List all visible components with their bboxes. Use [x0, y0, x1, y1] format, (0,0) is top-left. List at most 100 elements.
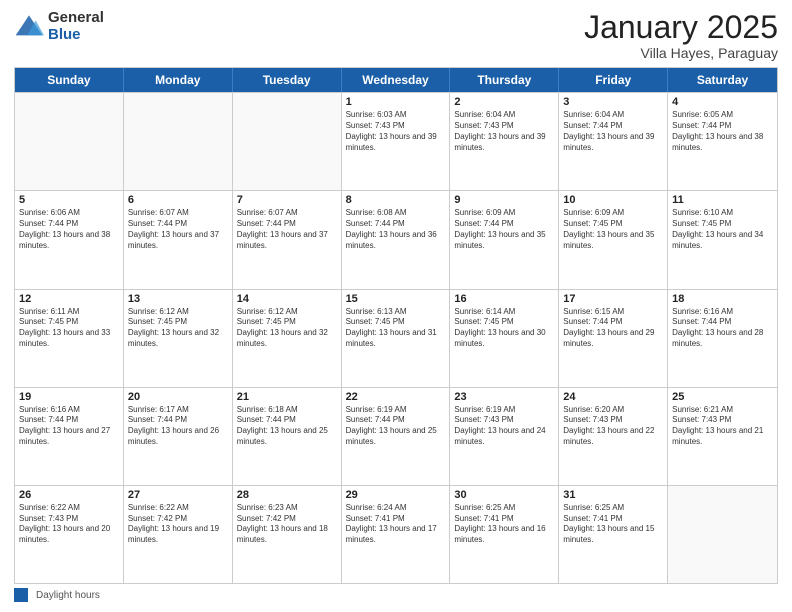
title-block: January 2025 Villa Hayes, Paraguay — [584, 10, 778, 61]
calendar-day-21: 21 Sunrise: 6:18 AM Sunset: 7:44 PM Dayli… — [233, 388, 342, 485]
day-number: 12 — [19, 293, 119, 305]
day-info: Sunrise: 6:25 AM Sunset: 7:41 PM Dayligh… — [563, 503, 663, 546]
calendar-day-10: 10Sunrise: 6:09 AM Sunset: 7:45 PM Dayli… — [559, 191, 668, 288]
daylight-label: Daylight hours — [36, 590, 100, 601]
calendar-day-empty — [15, 93, 124, 190]
weekday-header-tuesday: Tuesday — [233, 68, 342, 92]
day-info: Sunrise: 6:11 AM Sunset: 7:45 PM Dayligh… — [19, 307, 119, 350]
title-location: Villa Hayes, Paraguay — [584, 45, 778, 61]
day-number: 28 — [237, 489, 337, 501]
calendar-day-20: 20 Sunrise: 6:17 AM Sunset: 7:44 PM Dayli… — [124, 388, 233, 485]
calendar-day-14: 14 Sunrise: 6:12 AM Sunset: 7:45 PM Dayli… — [233, 290, 342, 387]
day-number: 11 — [672, 194, 773, 206]
day-number: 26 — [19, 489, 119, 501]
calendar-day-29: 29Sunrise: 6:24 AM Sunset: 7:41 PM Dayli… — [342, 486, 451, 583]
calendar-day-11: 11 Sunrise: 6:10 AM Sunset: 7:45 PM Dayli… — [668, 191, 777, 288]
calendar-day-31: 31 Sunrise: 6:25 AM Sunset: 7:41 PM Dayli… — [559, 486, 668, 583]
day-number: 19 — [19, 391, 119, 403]
calendar-day-13: 13Sunrise: 6:12 AM Sunset: 7:45 PM Dayli… — [124, 290, 233, 387]
calendar-day-empty — [668, 486, 777, 583]
calendar-day-3: 3 Sunrise: 6:04 AM Sunset: 7:44 PM Daylig… — [559, 93, 668, 190]
day-number: 18 — [672, 293, 773, 305]
day-number: 21 — [237, 391, 337, 403]
day-info: Sunrise: 6:23 AM Sunset: 7:42 PM Dayligh… — [237, 503, 337, 546]
calendar-day-15: 15Sunrise: 6:13 AM Sunset: 7:45 PM Dayli… — [342, 290, 451, 387]
day-number: 31 — [563, 489, 663, 501]
weekday-header-friday: Friday — [559, 68, 668, 92]
day-number: 27 — [128, 489, 228, 501]
day-info: Sunrise: 6:12 AM Sunset: 7:45 PM Dayligh… — [128, 307, 228, 350]
day-info: Sunrise: 6:04 AM Sunset: 7:43 PM Dayligh… — [454, 110, 554, 153]
calendar-day-5: 5Sunrise: 6:06 AM Sunset: 7:44 PM Daylig… — [15, 191, 124, 288]
day-number: 30 — [454, 489, 554, 501]
day-info: Sunrise: 6:10 AM Sunset: 7:45 PM Dayligh… — [672, 208, 773, 251]
day-number: 3 — [563, 96, 663, 108]
calendar-day-23: 23 Sunrise: 6:19 AM Sunset: 7:43 PM Dayli… — [450, 388, 559, 485]
day-info: Sunrise: 6:04 AM Sunset: 7:44 PM Dayligh… — [563, 110, 663, 153]
day-info: Sunrise: 6:19 AM Sunset: 7:44 PM Dayligh… — [346, 405, 446, 448]
calendar-day-4: 4Sunrise: 6:05 AM Sunset: 7:44 PM Daylig… — [668, 93, 777, 190]
day-info: Sunrise: 6:18 AM Sunset: 7:44 PM Dayligh… — [237, 405, 337, 448]
day-info: Sunrise: 6:12 AM Sunset: 7:45 PM Dayligh… — [237, 307, 337, 350]
day-number: 4 — [672, 96, 773, 108]
day-number: 22 — [346, 391, 446, 403]
footer: Daylight hours — [14, 588, 778, 602]
weekday-header-saturday: Saturday — [668, 68, 777, 92]
calendar-day-6: 6 Sunrise: 6:07 AM Sunset: 7:44 PM Daylig… — [124, 191, 233, 288]
day-number: 20 — [128, 391, 228, 403]
day-info: Sunrise: 6:07 AM Sunset: 7:44 PM Dayligh… — [237, 208, 337, 251]
day-info: Sunrise: 6:17 AM Sunset: 7:44 PM Dayligh… — [128, 405, 228, 448]
title-month: January 2025 — [584, 10, 778, 45]
day-info: Sunrise: 6:25 AM Sunset: 7:41 PM Dayligh… — [454, 503, 554, 546]
calendar-day-12: 12 Sunrise: 6:11 AM Sunset: 7:45 PM Dayli… — [15, 290, 124, 387]
calendar-day-27: 27 Sunrise: 6:22 AM Sunset: 7:42 PM Dayli… — [124, 486, 233, 583]
day-info: Sunrise: 6:16 AM Sunset: 7:44 PM Dayligh… — [672, 307, 773, 350]
weekday-header-monday: Monday — [124, 68, 233, 92]
calendar-day-18: 18 Sunrise: 6:16 AM Sunset: 7:44 PM Dayli… — [668, 290, 777, 387]
day-info: Sunrise: 6:09 AM Sunset: 7:45 PM Dayligh… — [563, 208, 663, 251]
day-info: Sunrise: 6:21 AM Sunset: 7:43 PM Dayligh… — [672, 405, 773, 448]
day-info: Sunrise: 6:19 AM Sunset: 7:43 PM Dayligh… — [454, 405, 554, 448]
day-number: 1 — [346, 96, 446, 108]
day-number: 7 — [237, 194, 337, 206]
day-info: Sunrise: 6:24 AM Sunset: 7:41 PM Dayligh… — [346, 503, 446, 546]
calendar-day-9: 9 Sunrise: 6:09 AM Sunset: 7:44 PM Daylig… — [450, 191, 559, 288]
day-info: Sunrise: 6:16 AM Sunset: 7:44 PM Dayligh… — [19, 405, 119, 448]
day-number: 14 — [237, 293, 337, 305]
weekday-header-wednesday: Wednesday — [342, 68, 451, 92]
calendar-day-26: 26 Sunrise: 6:22 AM Sunset: 7:43 PM Dayli… — [15, 486, 124, 583]
day-number: 6 — [128, 194, 228, 206]
day-info: Sunrise: 6:03 AM Sunset: 7:43 PM Dayligh… — [346, 110, 446, 153]
calendar-row-1: 1 Sunrise: 6:03 AM Sunset: 7:43 PM Daylig… — [15, 92, 777, 190]
day-number: 8 — [346, 194, 446, 206]
day-info: Sunrise: 6:22 AM Sunset: 7:43 PM Dayligh… — [19, 503, 119, 546]
day-info: Sunrise: 6:20 AM Sunset: 7:43 PM Dayligh… — [563, 405, 663, 448]
calendar-header: SundayMondayTuesdayWednesdayThursdayFrid… — [15, 68, 777, 92]
day-info: Sunrise: 6:08 AM Sunset: 7:44 PM Dayligh… — [346, 208, 446, 251]
logo: General Blue — [14, 10, 104, 43]
calendar-day-8: 8 Sunrise: 6:08 AM Sunset: 7:44 PM Daylig… — [342, 191, 451, 288]
calendar-day-30: 30 Sunrise: 6:25 AM Sunset: 7:41 PM Dayli… — [450, 486, 559, 583]
calendar-day-17: 17 Sunrise: 6:15 AM Sunset: 7:44 PM Dayli… — [559, 290, 668, 387]
page: General Blue January 2025 Villa Hayes, P… — [0, 0, 792, 612]
calendar-row-5: 26 Sunrise: 6:22 AM Sunset: 7:43 PM Dayli… — [15, 485, 777, 583]
calendar-row-4: 19 Sunrise: 6:16 AM Sunset: 7:44 PM Dayli… — [15, 387, 777, 485]
header: General Blue January 2025 Villa Hayes, P… — [14, 10, 778, 61]
day-info: Sunrise: 6:22 AM Sunset: 7:42 PM Dayligh… — [128, 503, 228, 546]
day-info: Sunrise: 6:09 AM Sunset: 7:44 PM Dayligh… — [454, 208, 554, 251]
day-number: 2 — [454, 96, 554, 108]
day-info: Sunrise: 6:15 AM Sunset: 7:44 PM Dayligh… — [563, 307, 663, 350]
day-number: 25 — [672, 391, 773, 403]
daylight-swatch — [14, 588, 28, 602]
day-number: 23 — [454, 391, 554, 403]
calendar: SundayMondayTuesdayWednesdayThursdayFrid… — [14, 67, 778, 584]
day-info: Sunrise: 6:07 AM Sunset: 7:44 PM Dayligh… — [128, 208, 228, 251]
calendar-row-2: 5Sunrise: 6:06 AM Sunset: 7:44 PM Daylig… — [15, 190, 777, 288]
logo-text: General Blue — [48, 10, 104, 43]
calendar-day-empty — [233, 93, 342, 190]
day-number: 9 — [454, 194, 554, 206]
calendar-day-28: 28 Sunrise: 6:23 AM Sunset: 7:42 PM Dayli… — [233, 486, 342, 583]
calendar-day-7: 7 Sunrise: 6:07 AM Sunset: 7:44 PM Daylig… — [233, 191, 342, 288]
day-number: 17 — [563, 293, 663, 305]
weekday-header-thursday: Thursday — [450, 68, 559, 92]
